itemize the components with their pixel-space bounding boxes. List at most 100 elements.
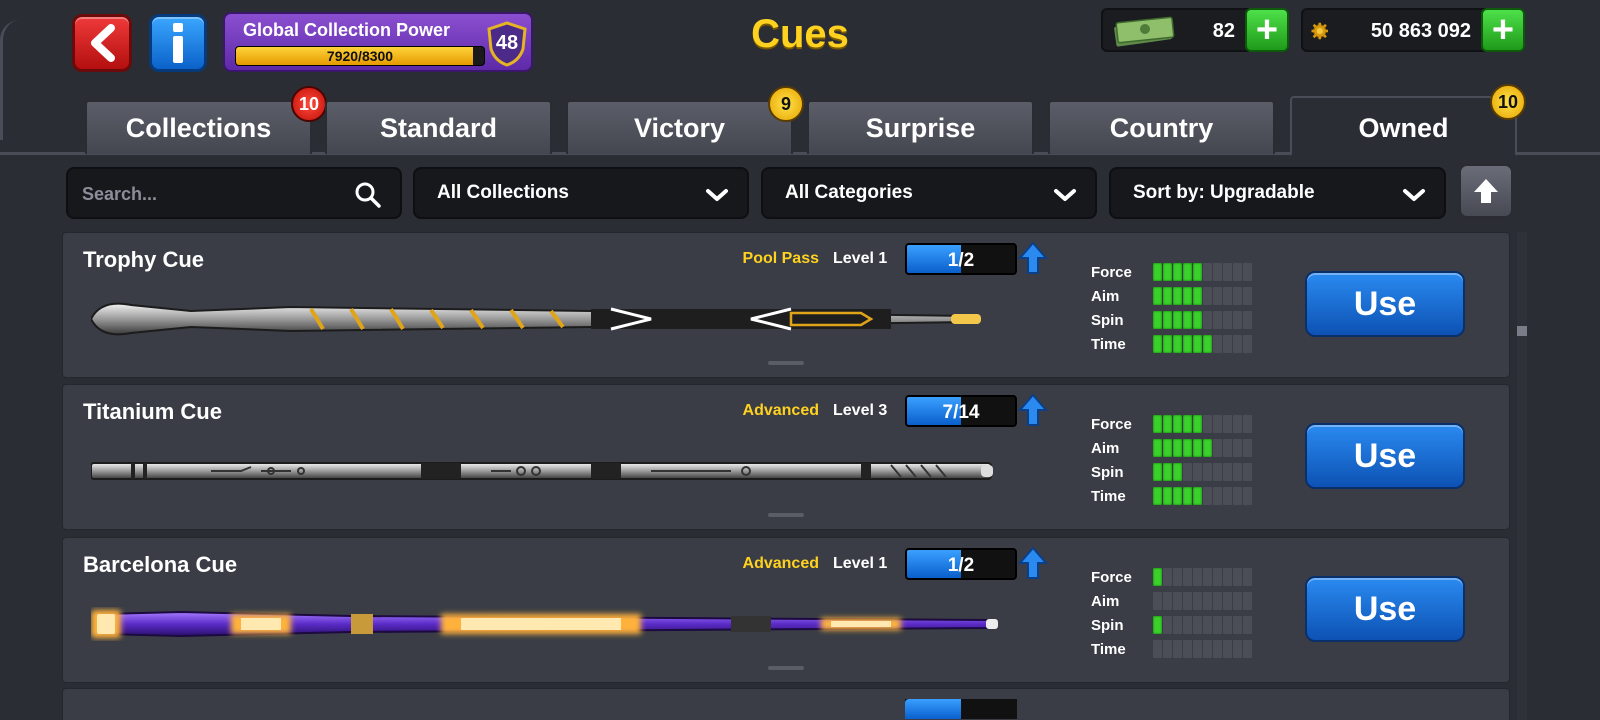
tab-surprise[interactable]: Surprise bbox=[807, 100, 1034, 154]
coin-icon bbox=[1311, 22, 1328, 40]
stat-bar bbox=[1153, 640, 1252, 658]
stat-force: Force bbox=[1091, 261, 1252, 285]
stat-label: Spin bbox=[1091, 312, 1124, 329]
stat-segment bbox=[1173, 616, 1182, 634]
use-button[interactable]: Use bbox=[1305, 576, 1465, 642]
cue-tier: Advanced bbox=[742, 555, 819, 572]
sort-direction-button[interactable] bbox=[1459, 164, 1513, 218]
global-collection-power[interactable]: Global Collection Power 7920/8300 48 bbox=[223, 12, 533, 72]
stat-segment bbox=[1203, 463, 1212, 481]
expand-handle[interactable] bbox=[768, 513, 804, 517]
stat-segment bbox=[1213, 568, 1222, 586]
scrollbar-track[interactable] bbox=[1517, 232, 1527, 720]
stat-segment bbox=[1243, 592, 1252, 610]
tab-standard[interactable]: Standard bbox=[325, 100, 552, 154]
tab-label: Country bbox=[1109, 113, 1214, 143]
expand-handle[interactable] bbox=[768, 666, 804, 670]
stat-segment bbox=[1153, 616, 1162, 634]
collections-dropdown[interactable]: All Collections bbox=[413, 167, 749, 219]
stat-bar bbox=[1153, 439, 1252, 457]
use-button[interactable]: Use bbox=[1305, 271, 1465, 337]
cue-card-partial[interactable] bbox=[62, 688, 1510, 720]
stat-label: Time bbox=[1091, 336, 1126, 353]
stat-segment bbox=[1183, 439, 1192, 457]
stat-segment bbox=[1203, 616, 1212, 634]
stat-segment bbox=[1213, 439, 1222, 457]
tab-country[interactable]: Country bbox=[1048, 100, 1275, 154]
search-icon[interactable] bbox=[354, 181, 382, 209]
stat-bar bbox=[1153, 487, 1252, 505]
stat-segment bbox=[1223, 487, 1232, 505]
stat-force: Force bbox=[1091, 566, 1252, 590]
stat-segment bbox=[1213, 640, 1222, 658]
stat-segment bbox=[1163, 263, 1172, 281]
info-button[interactable] bbox=[149, 14, 207, 72]
stat-segment bbox=[1243, 487, 1252, 505]
stat-segment bbox=[1193, 311, 1202, 329]
tab-label: Victory bbox=[633, 113, 726, 143]
stat-segment bbox=[1223, 568, 1232, 586]
power-level-shield: 48 bbox=[485, 21, 529, 67]
upgrade-progress-text: 7/14 bbox=[942, 402, 980, 423]
stat-segment bbox=[1153, 415, 1162, 433]
stat-segment bbox=[1183, 287, 1192, 305]
stat-segment bbox=[1233, 335, 1242, 353]
upgrade-progress-bar: 1/2 bbox=[905, 243, 1017, 275]
stat-segment bbox=[1223, 287, 1232, 305]
stat-segment bbox=[1183, 263, 1192, 281]
stat-segment bbox=[1213, 616, 1222, 634]
scrollbar-thumb[interactable] bbox=[1517, 326, 1527, 336]
add-cash-button[interactable]: + bbox=[1245, 8, 1289, 52]
stat-segment bbox=[1203, 287, 1212, 305]
power-progress-text: 7920/8300 bbox=[326, 48, 394, 64]
add-coins-button[interactable]: + bbox=[1481, 8, 1525, 52]
stat-bar bbox=[1153, 592, 1252, 610]
back-button[interactable] bbox=[72, 14, 132, 72]
tab-label: Owned bbox=[1358, 113, 1449, 143]
stat-segment bbox=[1173, 287, 1182, 305]
tab-label: Collections bbox=[125, 113, 272, 143]
search-box[interactable] bbox=[66, 167, 402, 219]
stat-segment bbox=[1203, 311, 1212, 329]
categories-dropdown-value: All Categories bbox=[785, 182, 913, 203]
tab-label: Surprise bbox=[865, 113, 976, 143]
cue-card[interactable]: Trophy Cue Pool Pass Level 1 1/2 Force A… bbox=[62, 232, 1510, 378]
power-progress-bar: 7920/8300 bbox=[235, 46, 485, 66]
cue-card[interactable]: Barcelona Cue Advanced Level 1 1/2 Force… bbox=[62, 537, 1510, 683]
categories-dropdown[interactable]: All Categories bbox=[761, 167, 1097, 219]
cue-level: Level 1 bbox=[833, 555, 888, 572]
cue-level: Level 1 bbox=[833, 250, 888, 267]
stat-label: Time bbox=[1091, 641, 1126, 658]
stat-label: Aim bbox=[1091, 288, 1120, 305]
filter-bar: All Collections All Categories Sort by: … bbox=[0, 164, 1600, 220]
cash-icon bbox=[1114, 16, 1175, 47]
use-button[interactable]: Use bbox=[1305, 423, 1465, 489]
expand-handle[interactable] bbox=[768, 361, 804, 365]
upgrade-arrow-icon[interactable] bbox=[1018, 546, 1048, 580]
upgrade-progress-bar: 1/2 bbox=[905, 548, 1017, 580]
search-input[interactable] bbox=[82, 179, 332, 209]
stat-segment bbox=[1163, 487, 1172, 505]
collections-dropdown-value: All Collections bbox=[437, 182, 569, 203]
upgrade-arrow-icon[interactable] bbox=[1018, 241, 1048, 275]
tab-owned[interactable]: Owned 10 bbox=[1290, 84, 1526, 156]
stat-segment bbox=[1183, 592, 1192, 610]
stat-spin: Spin bbox=[1091, 309, 1252, 333]
stat-segment bbox=[1233, 616, 1242, 634]
category-tabs: Collections 10 Standard Victory 9 Surpri… bbox=[0, 84, 1600, 156]
cue-card[interactable]: Titanium Cue Advanced Level 3 7/14 Force… bbox=[62, 384, 1510, 530]
stat-segment bbox=[1163, 568, 1172, 586]
stat-segment bbox=[1223, 640, 1232, 658]
stat-segment bbox=[1203, 439, 1212, 457]
stat-label: Force bbox=[1091, 264, 1132, 281]
stat-segment bbox=[1183, 640, 1192, 658]
cue-level: Level 3 bbox=[833, 402, 888, 419]
stat-segment bbox=[1203, 568, 1212, 586]
sort-dropdown[interactable]: Sort by: Upgradable bbox=[1109, 167, 1446, 219]
stat-segment bbox=[1233, 487, 1242, 505]
tab-collections[interactable]: Collections 10 bbox=[85, 86, 327, 154]
stat-segment bbox=[1223, 439, 1232, 457]
stat-segment bbox=[1193, 463, 1202, 481]
upgrade-arrow-icon[interactable] bbox=[1018, 393, 1048, 427]
tab-victory[interactable]: Victory 9 bbox=[566, 86, 804, 154]
